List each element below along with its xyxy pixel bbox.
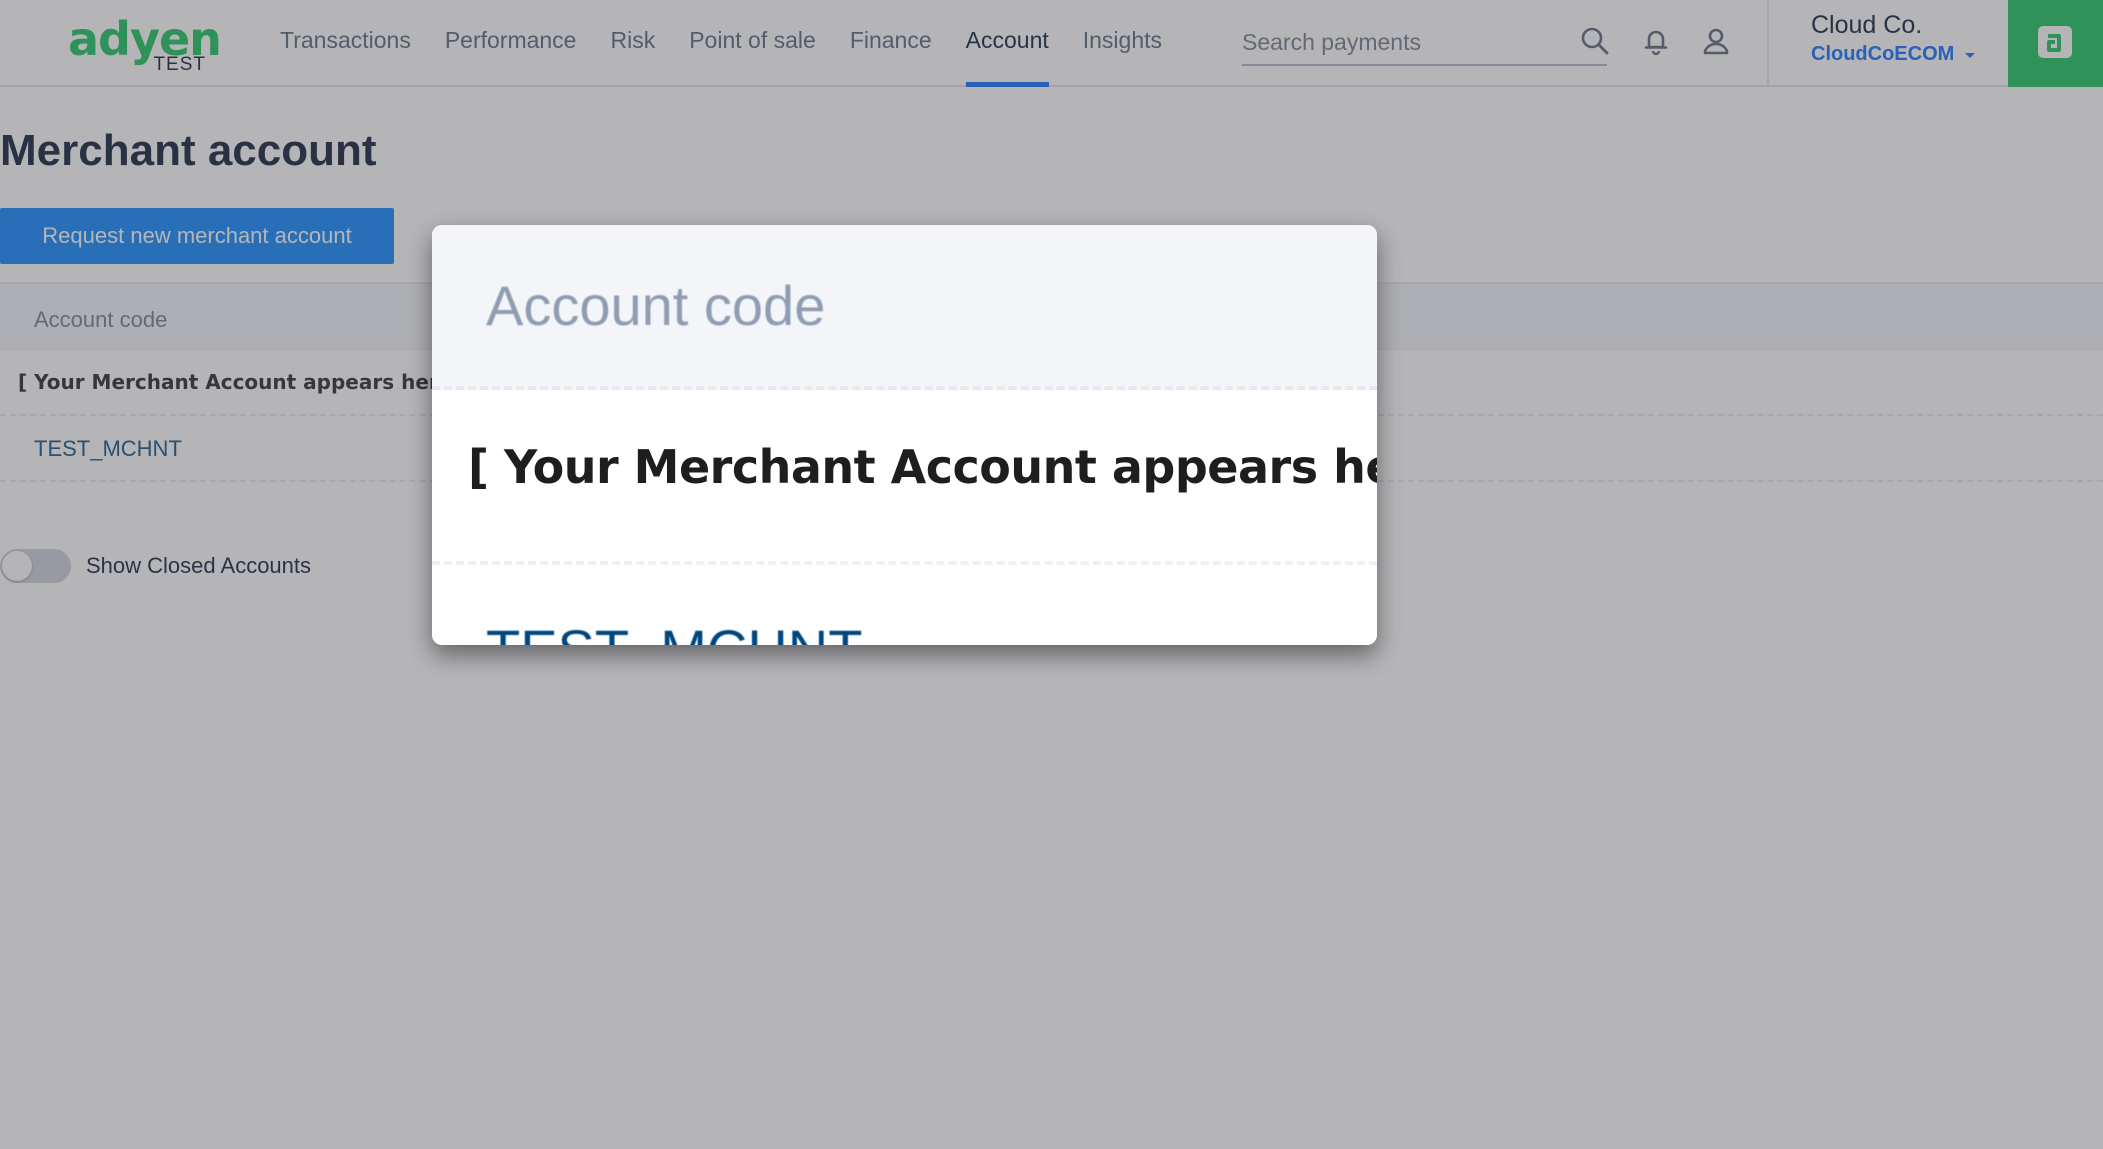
magnifier-popup: Account code [ Your Merchant Account app… bbox=[432, 225, 1377, 645]
magnifier-placeholder-text: [ Your Merchant Account appears here ] bbox=[468, 440, 1377, 494]
magnifier-header: Account code bbox=[432, 225, 1377, 390]
magnifier-header-label: Account code bbox=[486, 274, 826, 337]
magnifier-row: [ Your Merchant Account appears here ] bbox=[432, 390, 1377, 565]
magnifier-account-code: TEST_MCHNT bbox=[486, 617, 862, 645]
